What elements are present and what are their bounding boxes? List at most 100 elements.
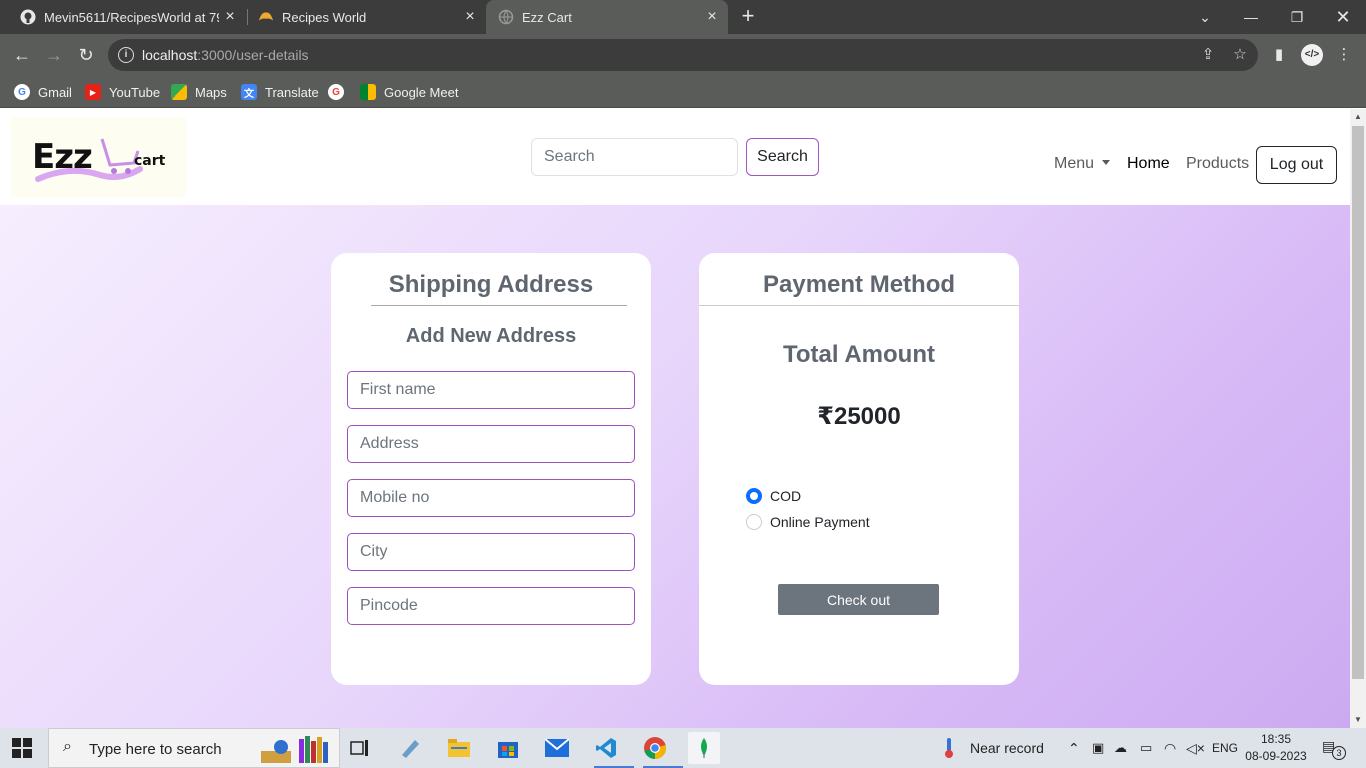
nav-home-link[interactable]: Home	[1127, 155, 1170, 173]
tab-recipes-world[interactable]: Recipes World ×	[248, 0, 486, 34]
microsoft-store-icon[interactable]	[492, 732, 524, 764]
bookmark-label: Gmail	[38, 84, 72, 100]
volume-muted-icon[interactable]: ◁×	[1186, 728, 1205, 768]
add-address-subtitle: Add New Address	[405, 325, 577, 347]
radio-unselected-icon[interactable]	[746, 514, 762, 530]
reload-icon[interactable]: ↻	[74, 43, 98, 67]
payment-option-online[interactable]: Online Payment	[746, 514, 870, 530]
bookmark-translate[interactable]: 文 Translate	[241, 82, 319, 102]
taskbar-search-box[interactable]: ⌕ Type here to search	[48, 728, 340, 768]
logout-button[interactable]: Log out	[1256, 146, 1337, 184]
bookmark-maps[interactable]: Maps	[171, 82, 227, 102]
new-tab-button[interactable]: +	[736, 5, 760, 29]
profile-avatar-icon[interactable]: </>	[1301, 44, 1323, 66]
radio-selected-icon[interactable]	[746, 488, 762, 504]
side-panel-icon[interactable]: ▮	[1268, 44, 1290, 66]
notepad-icon[interactable]	[394, 732, 426, 764]
croissant-icon	[258, 9, 274, 25]
payment-title: Payment Method	[762, 271, 956, 298]
address-field[interactable]	[347, 425, 635, 463]
show-hidden-icons[interactable]: ⌃	[1068, 728, 1080, 768]
bookmark-gmail[interactable]: G Gmail	[14, 82, 72, 102]
google-icon: G	[328, 84, 344, 100]
mail-icon[interactable]	[541, 732, 573, 764]
tab-ezz-cart[interactable]: Ezz Cart ×	[486, 0, 728, 34]
payment-option-label: Online Payment	[770, 514, 870, 530]
windows-taskbar: ⌕ Type here to search Near record ⌃ ▣ ☁ …	[0, 728, 1366, 768]
browser-toolbar: ← → ↻ i localhost:3000/user-details ⇪ ☆ …	[0, 34, 1366, 76]
close-tab-icon[interactable]: ×	[222, 9, 238, 25]
battery-icon[interactable]: ▭	[1140, 728, 1152, 768]
divider	[699, 305, 1019, 306]
bookmark-google-meet[interactable]: Google Meet	[360, 82, 458, 102]
scrollbar-thumb[interactable]	[1352, 126, 1364, 679]
first-name-field[interactable]	[347, 371, 635, 409]
tab-search-icon[interactable]: ⌄	[1182, 0, 1228, 34]
menu-dropdown[interactable]: Menu	[1054, 155, 1111, 173]
shipping-title: Shipping Address	[388, 271, 594, 298]
site-navbar: Ezz cart Search Menu Home Products Log o…	[0, 109, 1350, 205]
scroll-up-icon[interactable]: ▲	[1350, 109, 1366, 125]
ezz-cart-logo[interactable]: Ezz cart	[10, 117, 186, 197]
mongodb-compass-icon[interactable]	[688, 732, 720, 764]
site-search-button[interactable]: Search	[746, 138, 819, 176]
minimize-icon[interactable]: —	[1228, 0, 1274, 34]
file-explorer-icon[interactable]	[443, 732, 475, 764]
payment-option-label: COD	[770, 488, 802, 504]
close-window-icon[interactable]: ✕	[1320, 0, 1366, 34]
city-field[interactable]	[347, 533, 635, 571]
globe-icon	[498, 9, 514, 25]
search-icon: ⌕	[63, 738, 72, 755]
shipping-address-card: Shipping Address Add New Address	[331, 253, 651, 685]
bookmarks-bar: G Gmail ▶ YouTube Maps 文 Translate G Goo…	[0, 76, 1366, 108]
clock-date: 08-09-2023	[1245, 749, 1307, 763]
weather-widget[interactable]: Near record	[940, 728, 1044, 768]
meet-now-icon[interactable]: ▣	[1092, 728, 1104, 768]
nav-products-link[interactable]: Products	[1186, 155, 1249, 173]
caret-down-icon	[1102, 160, 1111, 165]
site-info-icon[interactable]: i	[118, 47, 134, 63]
pincode-field[interactable]	[347, 587, 635, 625]
url-text: localhost:3000/user-details	[142, 47, 309, 63]
page-scrollbar[interactable]: ▲ ▼	[1350, 109, 1366, 728]
close-tab-icon[interactable]: ×	[704, 9, 720, 25]
weather-text: Near record	[970, 740, 1044, 756]
bookmark-star-icon[interactable]: ☆	[1230, 45, 1250, 65]
taskbar-clock[interactable]: 18:35 08-09-2023	[1244, 731, 1308, 765]
scroll-down-icon[interactable]: ▼	[1350, 712, 1366, 728]
language-indicator[interactable]: ENG	[1212, 728, 1238, 768]
close-tab-icon[interactable]: ×	[462, 9, 478, 25]
thermometer-icon	[945, 738, 953, 758]
notification-center-icon[interactable]: ▤ 3	[1322, 738, 1346, 760]
checkout-button[interactable]: Check out	[778, 584, 939, 615]
bookmark-google[interactable]: G	[328, 82, 352, 102]
logo-text: Ezz	[32, 137, 93, 177]
url-path: :3000/user-details	[197, 47, 309, 63]
tab-title: Ezz Cart	[522, 9, 572, 25]
payment-option-cod[interactable]: COD	[746, 488, 801, 504]
address-bar[interactable]: i localhost:3000/user-details ⇪ ☆	[108, 39, 1258, 71]
notification-count: 3	[1332, 746, 1346, 760]
bookmark-youtube[interactable]: ▶ YouTube	[85, 82, 160, 102]
bookmark-label: Maps	[195, 84, 227, 100]
tab-github[interactable]: Mevin5611/RecipesWorld at 79f9 ×	[0, 0, 246, 34]
vscode-icon[interactable]	[590, 732, 634, 768]
wifi-icon[interactable]: ◠	[1164, 728, 1176, 768]
share-icon[interactable]: ⇪	[1198, 45, 1218, 65]
translate-icon: 文	[241, 84, 257, 100]
more-menu-icon[interactable]: ⋮	[1333, 44, 1355, 66]
github-icon	[20, 9, 36, 25]
onedrive-error-icon[interactable]: ☁	[1114, 728, 1127, 768]
url-host: localhost	[142, 47, 198, 63]
tab-title: Mevin5611/RecipesWorld at 79f9	[44, 9, 219, 25]
restore-icon[interactable]: ❐	[1274, 0, 1320, 34]
mobile-field[interactable]	[347, 479, 635, 517]
windows-start-icon[interactable]	[12, 738, 32, 758]
forward-icon[interactable]: →	[42, 43, 66, 67]
site-search-input[interactable]	[531, 138, 738, 176]
task-view-icon[interactable]	[344, 732, 376, 764]
back-icon[interactable]: ←	[10, 43, 34, 67]
logo-subtext: cart	[134, 153, 166, 169]
chrome-icon[interactable]	[639, 732, 683, 768]
taskbar-search-text: Type here to search	[89, 741, 222, 758]
